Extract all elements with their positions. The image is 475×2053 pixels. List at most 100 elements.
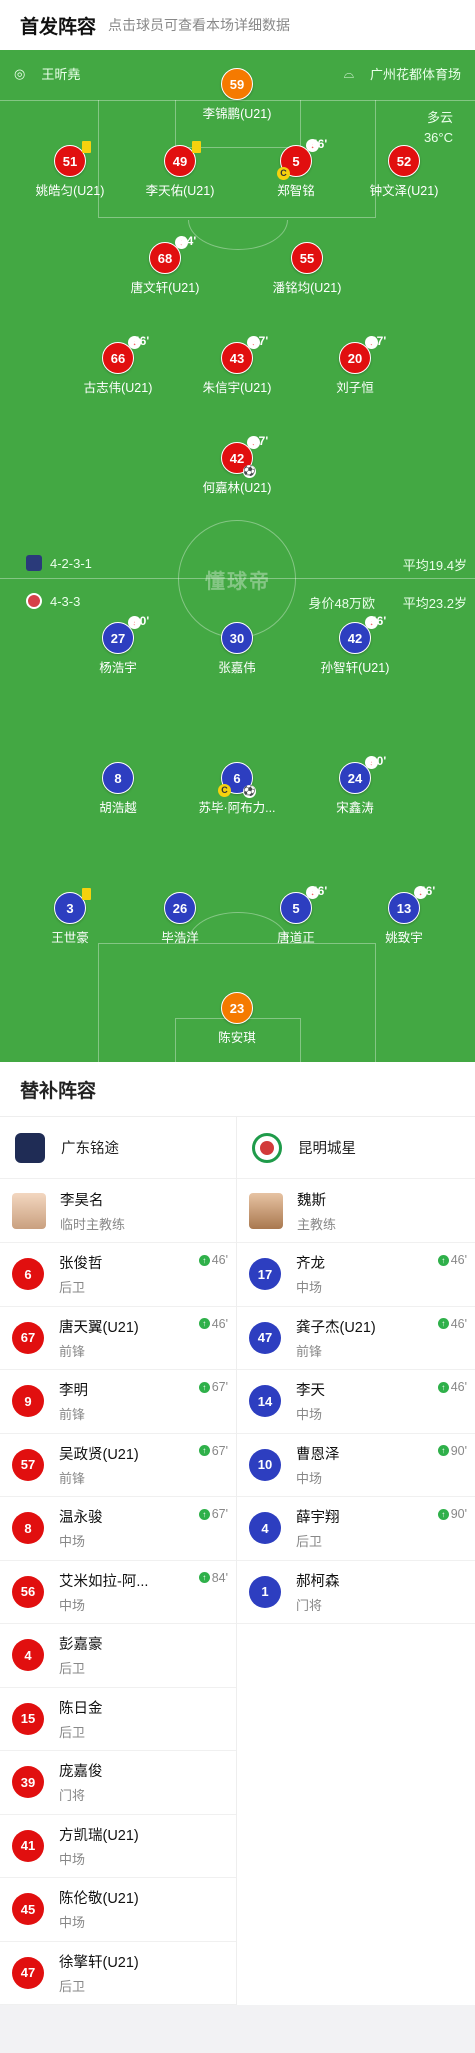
away-team-name: 昆明城星 xyxy=(298,1141,356,1157)
sub-player-number: 10 xyxy=(249,1448,281,1481)
sub-player-row[interactable]: 4 彭嘉豪 后卫 xyxy=(0,1624,236,1688)
sub-in-minute: 90' xyxy=(450,1443,467,1458)
sub-player-row[interactable]: 4 薛宇翔 后卫 ↑ 90' xyxy=(237,1497,475,1561)
sub-player-number: 6 xyxy=(12,1258,44,1291)
player-number: 3 xyxy=(54,888,91,924)
sub-player-row[interactable]: 41 方凯瑞(U21) 中场 xyxy=(0,1815,236,1878)
captain-icon: C xyxy=(277,167,290,180)
player-number: 52 xyxy=(388,145,420,177)
sub-player-position: 门将 xyxy=(296,1597,323,1613)
sub-player-name: 方凯瑞(U21) xyxy=(59,1827,139,1844)
sub-player-row[interactable]: 47 徐擎轩(U21) 后卫 xyxy=(0,1942,236,2005)
home-team-name: 广东铭途 xyxy=(61,1141,119,1157)
away-team-row[interactable]: 昆明城星 xyxy=(237,1117,475,1179)
yellow-card-icon xyxy=(192,141,201,153)
sub-player-name: 郝柯森 xyxy=(296,1573,340,1590)
home-player-10[interactable]: 42 ↓ 67' ⚽ 何嘉林(U21) xyxy=(182,434,292,496)
sub-in-time: ↑ 46' xyxy=(437,1380,467,1394)
sub-player-row[interactable]: 15 陈日金 后卫 xyxy=(0,1688,236,1751)
away-player-7[interactable]: 26 毕浩洋 xyxy=(125,892,235,946)
sub-in-icon: ↑ xyxy=(437,1445,449,1456)
sub-player-row[interactable]: 17 齐龙 中场 ↑ 46' xyxy=(237,1243,475,1307)
sub-player-row[interactable]: 67 唐天翼(U21) 前锋 ↑ 46' xyxy=(0,1307,236,1370)
sub-player-row[interactable]: 14 李天 中场 ↑ 46' xyxy=(237,1370,475,1434)
away-player-6[interactable]: 3 王世豪 xyxy=(15,888,125,946)
sub-player-row[interactable]: 8 温永骏 中场 ↑ 67' xyxy=(0,1497,236,1561)
weather: 多云 36°C xyxy=(424,108,453,148)
player-number: 42 ↓ 67' ⚽ xyxy=(221,434,268,478)
sub-player-row[interactable]: 39 庞嘉俊 门将 xyxy=(0,1751,236,1815)
sub-in-icon: ↑ xyxy=(437,1508,449,1520)
sub-in-time: ↑ 90' xyxy=(437,1507,467,1521)
sub-player-row[interactable]: 10 曹恩泽 中场 ↑ 90' xyxy=(237,1434,475,1497)
sub-player-number: 41 xyxy=(12,1829,44,1862)
referee-name: 王昕堯 xyxy=(41,67,81,82)
sub-player-number: 9 xyxy=(12,1385,44,1418)
away-player-8[interactable]: 5 ↓ 46' 唐道正 xyxy=(241,884,351,946)
home-player-3[interactable]: 5 ↓ 46' C 郑智铭 xyxy=(241,137,351,199)
home-player-1[interactable]: 51 姚皓匀(U21) xyxy=(15,141,125,199)
sub-player-position: 中场 xyxy=(296,1407,323,1423)
player-name: 郑智铭 xyxy=(277,184,315,198)
sub-player-position: 中场 xyxy=(59,1915,86,1931)
sub-player-row[interactable]: 6 张俊哲 后卫 ↑ 46' xyxy=(0,1243,236,1307)
player-number: 20 ↓ 67' xyxy=(339,334,386,374)
away-player-9[interactable]: 13 ↓ 46' 姚致宇 xyxy=(349,884,459,946)
home-coach[interactable]: 李昊名 临时主教练 xyxy=(0,1179,236,1243)
home-player-6[interactable]: 55 潘铭均(U21) xyxy=(252,242,362,296)
player-number: 13 ↓ 46' xyxy=(388,884,435,924)
sub-player-row[interactable]: 45 陈伦敬(U21) 中场 xyxy=(0,1878,236,1942)
player-name: 姚致宇 xyxy=(385,931,423,945)
home-player-8[interactable]: 43 ↓ 67' 朱信宇(U21) xyxy=(182,334,292,396)
yellow-card-icon xyxy=(82,141,91,153)
sub-player-row[interactable]: 47 龚子杰(U21) 前锋 ↑ 46' xyxy=(237,1307,475,1370)
goal-ball-icon: ⚽ xyxy=(243,785,256,798)
away-player-10[interactable]: 23 陈安琪 xyxy=(182,992,292,1046)
home-player-5[interactable]: 68 ↓ 84' 唐文轩(U21) xyxy=(110,234,220,296)
home-player-0[interactable]: 59 李锦鹏(U21) xyxy=(182,68,292,122)
sub-in-time: ↑ 84' xyxy=(198,1571,228,1585)
home-player-4[interactable]: 52 钟文泽(U21) xyxy=(349,145,459,199)
sub-player-name: 吴政贤(U21) xyxy=(59,1446,139,1463)
sub-in-time: ↑ 46' xyxy=(437,1253,467,1267)
sub-in-time: ↑ 46' xyxy=(198,1317,228,1331)
sub-player-position: 前锋 xyxy=(59,1407,86,1423)
sub-in-icon: ↑ xyxy=(437,1318,449,1329)
player-number: 43 ↓ 67' xyxy=(221,334,268,374)
away-player-4[interactable]: 6 C ⚽ 苏毕·阿布力... xyxy=(182,762,292,816)
home-player-9[interactable]: 20 ↓ 67' 刘子恒 xyxy=(300,334,410,396)
sub-player-row[interactable]: 56 艾米如拉-阿... 中场 ↑ 84' xyxy=(0,1561,236,1624)
player-name: 钟文泽(U21) xyxy=(369,184,439,198)
avatar xyxy=(12,1192,46,1229)
away-player-3[interactable]: 8 胡浩越 xyxy=(63,762,173,816)
away-formation: 4-3-3 xyxy=(26,593,80,609)
sub-in-time: ↑ 67' xyxy=(198,1380,228,1394)
away-player-1[interactable]: 30 张嘉伟 xyxy=(182,622,292,676)
player-name: 杨浩宇 xyxy=(99,661,137,675)
sub-player-number: 17 xyxy=(249,1258,281,1291)
sub-player-name: 艾米如拉-阿... xyxy=(59,1573,149,1590)
sub-off-time: 84' xyxy=(180,234,197,248)
sub-player-row[interactable]: 9 李明前锋 ↑ 67' xyxy=(0,1370,236,1434)
away-player-0[interactable]: 27 ↓ 90' 杨浩宇 xyxy=(63,614,173,676)
whistle-icon: ◎ xyxy=(14,65,26,81)
home-team-row[interactable]: 广东铭途 xyxy=(0,1117,236,1179)
sub-player-position: 门将 xyxy=(59,1788,86,1804)
coach-role: 主教练 xyxy=(297,1216,337,1232)
sub-in-icon: ↑ xyxy=(437,1254,449,1266)
subs-title: 替补阵容 xyxy=(0,1062,475,1117)
sub-off-time: 46' xyxy=(311,884,328,898)
player-number: 66 ↓ 46' xyxy=(102,334,149,374)
home-player-2[interactable]: 49 李天佑(U21) xyxy=(125,141,235,199)
away-player-2[interactable]: 42 ↓ 46' 孙智轩(U21) xyxy=(300,614,410,676)
sub-in-icon: ↑ xyxy=(437,1381,449,1393)
away-coach[interactable]: 魏斯 主教练 xyxy=(237,1179,475,1243)
sub-player-name: 李明 xyxy=(59,1383,88,1400)
sub-off-time: 67' xyxy=(370,334,387,348)
sub-player-row[interactable]: 57 吴政贤(U21) 前锋 ↑ 67' xyxy=(0,1434,236,1497)
bottom-spacer xyxy=(0,2005,475,2053)
sub-player-row[interactable]: 1 郝柯森 门将 xyxy=(237,1561,475,1624)
away-player-5[interactable]: 24 ↓ 90' 宋鑫涛 xyxy=(300,754,410,816)
home-player-7[interactable]: 66 ↓ 46' 古志伟(U21) xyxy=(63,334,173,396)
home-team-icon xyxy=(26,555,42,571)
